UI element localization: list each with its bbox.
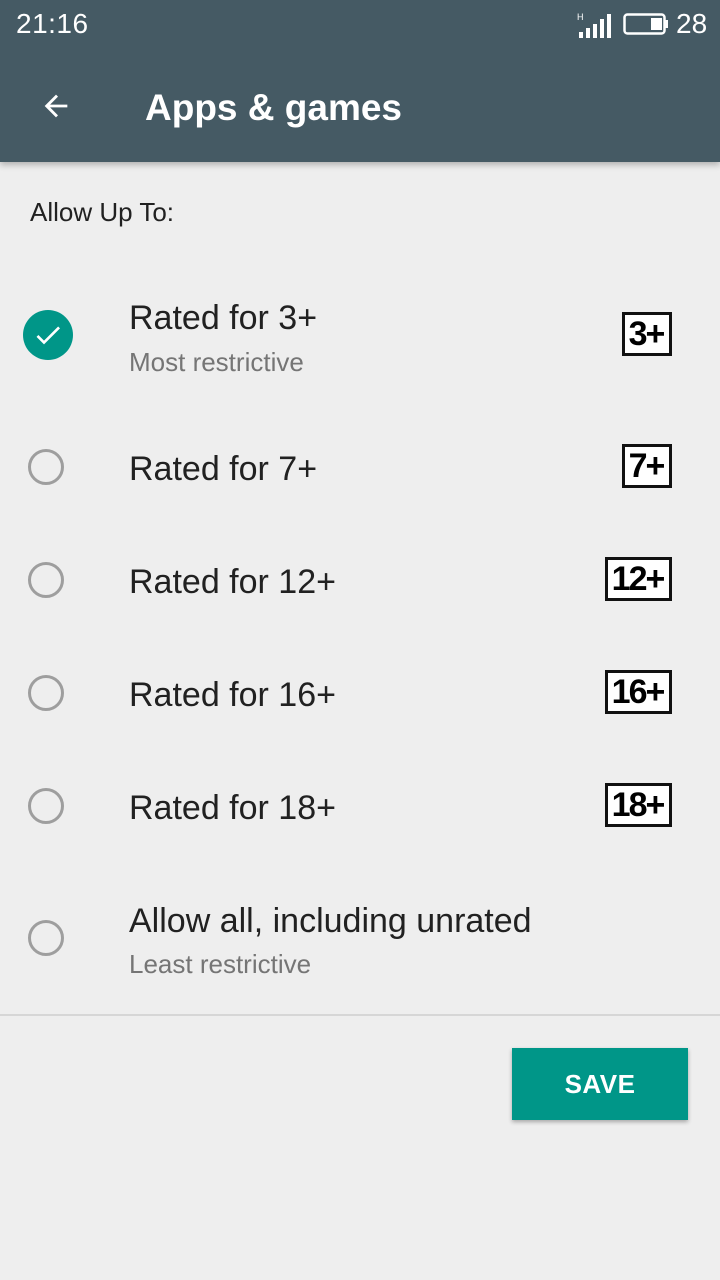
option-title: Rated for 16+: [129, 676, 336, 714]
radio-selected[interactable]: [23, 310, 73, 360]
arrow-back-icon: [44, 94, 68, 118]
option-subtitle: Most restrictive: [129, 347, 304, 377]
option-title: Rated for 3+: [129, 299, 318, 337]
rating-badge-18: 18+: [605, 783, 672, 827]
back-button[interactable]: [24, 78, 88, 134]
radio-unselected[interactable]: [28, 562, 64, 598]
rating-badge-16: 16+: [605, 670, 672, 714]
option-rated-3[interactable]: Rated for 3+ Most restrictive 3+: [0, 290, 720, 386]
radio-unselected[interactable]: [28, 449, 64, 485]
app-bar: 21:16 H 28 Apps & games: [0, 0, 720, 162]
radio-unselected[interactable]: [28, 920, 64, 956]
option-subtitle: Least restrictive: [129, 949, 312, 979]
option-rated-12[interactable]: Rated for 12+ 12+: [0, 543, 720, 619]
radio-unselected[interactable]: [28, 788, 64, 824]
option-title: Rated for 12+: [129, 563, 336, 601]
network-type-label: H: [577, 12, 584, 22]
option-rated-16[interactable]: Rated for 16+ 16+: [0, 656, 720, 732]
status-time: 21:16: [16, 8, 89, 39]
battery-icon: [623, 13, 668, 35]
divider: [0, 1014, 720, 1016]
section-label: Allow Up To:: [30, 197, 175, 227]
rating-badge-3: 3+: [622, 312, 672, 356]
battery-level: 28: [676, 8, 708, 39]
save-button[interactable]: SAVE: [512, 1048, 688, 1120]
signal-icon: H: [577, 12, 611, 38]
radio-unselected[interactable]: [28, 675, 64, 711]
option-rated-18[interactable]: Rated for 18+ 18+: [0, 769, 720, 845]
page-title: Apps & games: [145, 87, 403, 128]
rating-badge-12: 12+: [605, 557, 672, 601]
option-title: Allow all, including unrated: [129, 902, 532, 940]
check-icon: [36, 326, 60, 345]
option-allow-all[interactable]: Allow all, including unrated Least restr…: [0, 890, 720, 990]
option-title: Rated for 7+: [129, 450, 318, 488]
option-rated-7[interactable]: Rated for 7+ 7+: [0, 430, 720, 506]
option-title: Rated for 18+: [129, 789, 336, 827]
rating-badge-7: 7+: [622, 444, 672, 488]
status-bar: 21:16 H 28: [0, 0, 720, 48]
